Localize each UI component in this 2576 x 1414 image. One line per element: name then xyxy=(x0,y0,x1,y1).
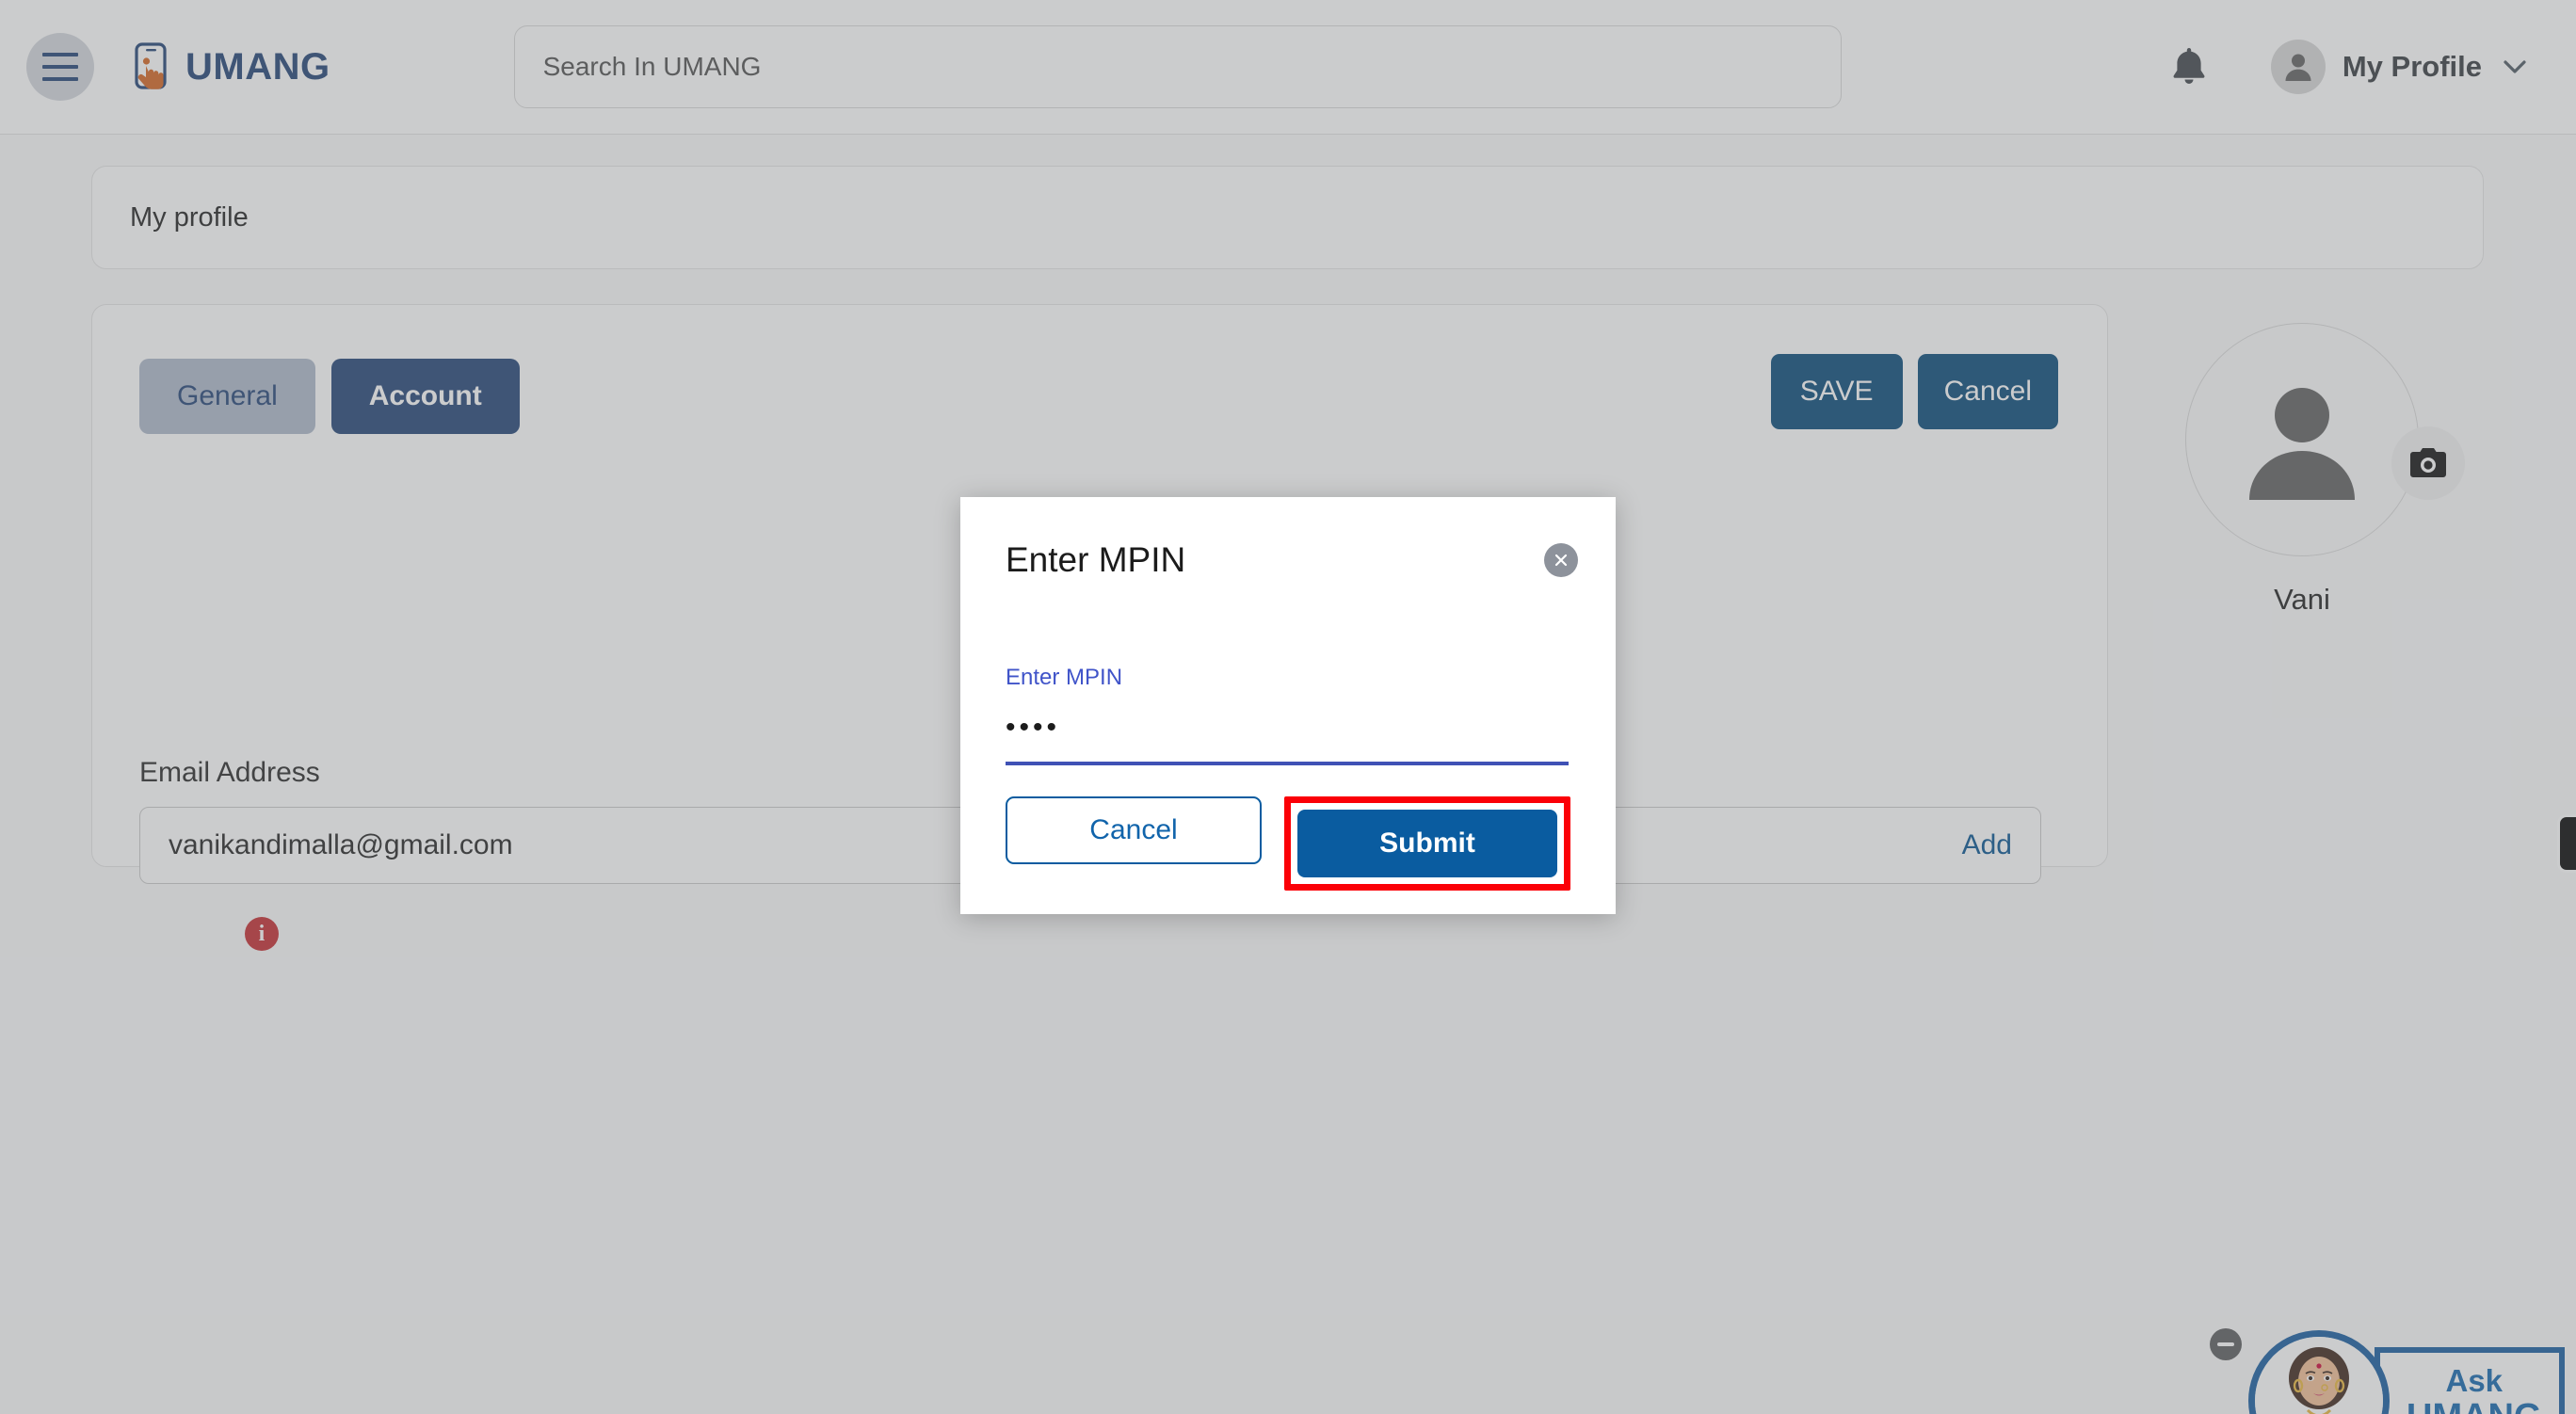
close-glyph xyxy=(1554,554,1568,567)
dialog-title: Enter MPIN xyxy=(1006,540,1186,579)
dialog-submit-button[interactable]: Submit xyxy=(1297,810,1557,877)
dialog-cancel-button[interactable]: Cancel xyxy=(1006,796,1262,864)
mpin-input[interactable]: •••• xyxy=(1006,712,1569,749)
application-root: UMANG My Profile xyxy=(0,0,2576,1414)
dialog-header: Enter MPIN xyxy=(1006,540,1578,580)
mpin-field-label: Enter MPIN xyxy=(1006,665,1123,690)
enter-mpin-dialog: Enter MPIN Enter MPIN •••• Cancel Submit xyxy=(960,497,1616,914)
mpin-field-group: Enter MPIN •••• xyxy=(1006,665,1569,765)
dialog-actions: Cancel Submit xyxy=(1006,796,1570,891)
close-x-icon[interactable] xyxy=(1544,543,1578,577)
mpin-input-underline xyxy=(1006,762,1569,765)
submit-highlight-box: Submit xyxy=(1284,796,1570,891)
